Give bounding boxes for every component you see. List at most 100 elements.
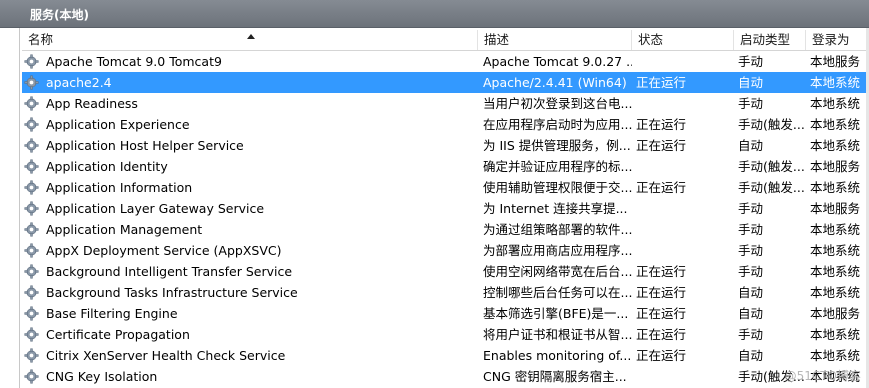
gear-icon — [24, 264, 39, 279]
panel-title: 服务(本地) — [30, 8, 89, 22]
service-row[interactable]: App Readiness 当用户初次登录到这台电... 手动 本地系统 — [22, 93, 866, 114]
service-description: Enables monitoring of... — [483, 348, 632, 363]
service-description: 使用辅助管理权限便于交... — [483, 180, 632, 195]
service-description: 为 IIS 提供管理服务，例... — [483, 138, 631, 153]
service-name: Certificate Propagation — [46, 327, 190, 342]
service-row[interactable]: AppX Deployment Service (AppXSVC) 为部署应用商店… — [22, 240, 866, 261]
service-status — [636, 198, 732, 219]
service-description: 在应用程序启动时为应用... — [483, 117, 632, 132]
service-status — [636, 156, 732, 177]
service-description: Apache Tomcat 9.0.27 ... — [483, 54, 632, 69]
service-log-on-as: 本地服务 — [810, 201, 861, 216]
service-status: 正在运行 — [636, 180, 687, 195]
service-rows: Apache Tomcat 9.0 Tomcat9 Apache Tomcat 9… — [22, 51, 866, 387]
service-row[interactable]: Application Information 使用辅助管理权限便于交... 正在运… — [22, 177, 866, 198]
service-row[interactable]: Citrix XenServer Health Check Service Ena… — [22, 345, 866, 366]
service-status: 正在运行 — [636, 75, 687, 90]
service-description: 将用户证书和根证书从智... — [483, 327, 632, 342]
service-log-on-as: 本地系统 — [810, 96, 861, 111]
service-description: 控制哪些后台任务可以在... — [483, 285, 632, 300]
service-status: 正在运行 — [636, 138, 687, 153]
service-name: CNG Key Isolation — [46, 369, 158, 384]
service-row[interactable]: apache2.4 Apache/2.4.41 (Win64) 正在运行 自动 本地系统 — [22, 72, 866, 93]
service-status — [636, 219, 732, 240]
service-log-on-as: 本地系统 — [810, 264, 861, 279]
service-startup-type: 手动 — [738, 54, 764, 69]
service-row[interactable]: Application Experience 在应用程序启动时为应用... 正在运行… — [22, 114, 866, 135]
service-name: Application Information — [46, 180, 193, 195]
gear-icon — [24, 327, 39, 342]
service-name: AppX Deployment Service (AppXSVC) — [46, 243, 282, 258]
service-name: App Readiness — [46, 96, 138, 111]
gear-icon — [24, 96, 39, 111]
service-log-on-as: 本地系统 — [810, 243, 861, 258]
service-name: Citrix XenServer Health Check Service — [46, 348, 286, 363]
column-header-description[interactable]: 描述 — [478, 30, 632, 50]
service-log-on-as: 本地服务 — [810, 54, 861, 69]
service-name: Application Identity — [46, 159, 168, 174]
service-name: Background Tasks Infrastructure Service — [46, 285, 298, 300]
service-row[interactable]: Apache Tomcat 9.0 Tomcat9 Apache Tomcat 9… — [22, 51, 866, 72]
service-row[interactable]: Base Filtering Engine 基本筛选引擎(BFE)是一... 正在运… — [22, 303, 866, 324]
service-description: 为部署应用商店应用程序... — [483, 243, 632, 258]
service-row[interactable]: CNG Key Isolation CNG 密钥隔离服务宿主... 手动(触发...… — [22, 366, 866, 387]
gear-icon — [24, 306, 39, 321]
service-name: Application Layer Gateway Service — [46, 201, 265, 216]
service-description: 当用户初次登录到这台电... — [483, 96, 632, 111]
gear-icon — [24, 222, 39, 237]
service-status: 正在运行 — [636, 327, 687, 342]
column-header-name-label: 名称 — [28, 32, 54, 47]
service-log-on-as: 本地系统 — [810, 222, 861, 237]
service-description: 为通过组策略部署的软件... — [483, 222, 632, 237]
services-list[interactable]: 名称 描述 状态 启动类型 登录为 Apache Tomcat 9.0 Tomc… — [22, 30, 866, 388]
service-status — [636, 51, 732, 72]
service-startup-type: 手动 — [738, 201, 764, 216]
service-row[interactable]: Background Tasks Infrastructure Service 控… — [22, 282, 866, 303]
column-header-startup-type[interactable]: 启动类型 — [734, 30, 806, 50]
gear-icon — [24, 138, 39, 153]
column-header-name[interactable]: 名称 — [22, 30, 478, 50]
service-row[interactable]: Application Layer Gateway Service 为 Inter… — [22, 198, 866, 219]
gear-icon — [24, 285, 39, 300]
service-row[interactable]: Certificate Propagation 将用户证书和根证书从智... 正在运… — [22, 324, 866, 345]
service-log-on-as: 本地系统 — [810, 348, 861, 363]
service-startup-type: 手动 — [738, 243, 764, 258]
service-row[interactable]: Background Intelligent Transfer Service 使… — [22, 261, 866, 282]
service-description: 确定并验证应用程序的标... — [483, 159, 632, 174]
gear-icon — [24, 54, 39, 69]
service-log-on-as: 本地系统 — [810, 285, 861, 300]
gear-icon — [24, 159, 39, 174]
service-log-on-as: 本地服务 — [810, 159, 861, 174]
service-status — [636, 93, 732, 114]
sort-ascending-icon — [247, 34, 255, 39]
service-log-on-as: 本地系统 — [810, 327, 861, 342]
service-status: 正在运行 — [636, 117, 687, 132]
service-startup-type: 自动 — [738, 306, 764, 321]
service-name: apache2.4 — [46, 75, 112, 90]
column-header-status[interactable]: 状态 — [632, 30, 734, 50]
gear-icon — [24, 180, 39, 195]
service-row[interactable]: Application Identity 确定并验证应用程序的标... 手动(触发.… — [22, 156, 866, 177]
gear-icon — [24, 369, 39, 384]
service-log-on-as: 本地服务 — [810, 306, 861, 321]
service-row[interactable]: Application Management 为通过组策略部署的软件... 手动 本地… — [22, 219, 866, 240]
service-startup-type: 手动(触发... — [738, 180, 805, 195]
service-description: Apache/2.4.41 (Win64) — [483, 75, 627, 90]
service-name: Application Management — [46, 222, 203, 237]
gear-icon — [24, 117, 39, 132]
service-startup-type: 手动(触发... — [738, 117, 805, 132]
service-description: 基本筛选引擎(BFE)是一... — [483, 306, 629, 321]
watermark-text: @51CTO博客 — [784, 369, 861, 383]
service-startup-type: 自动 — [738, 285, 764, 300]
column-header-log-on-as[interactable]: 登录为 — [806, 30, 866, 50]
gear-icon — [24, 75, 39, 90]
service-startup-type: 手动 — [738, 327, 764, 342]
service-startup-type: 自动 — [738, 138, 764, 153]
service-description: 为 Internet 连接共享提... — [483, 201, 628, 216]
service-log-on-as: 本地系统 — [810, 75, 861, 90]
service-row[interactable]: Application Host Helper Service 为 IIS 提供管… — [22, 135, 866, 156]
panel-title-bar: 服务(本地) — [0, 0, 869, 28]
service-startup-type: 自动 — [738, 348, 764, 363]
service-status: 正在运行 — [636, 306, 687, 321]
service-log-on-as: 本地系统 — [810, 138, 861, 153]
